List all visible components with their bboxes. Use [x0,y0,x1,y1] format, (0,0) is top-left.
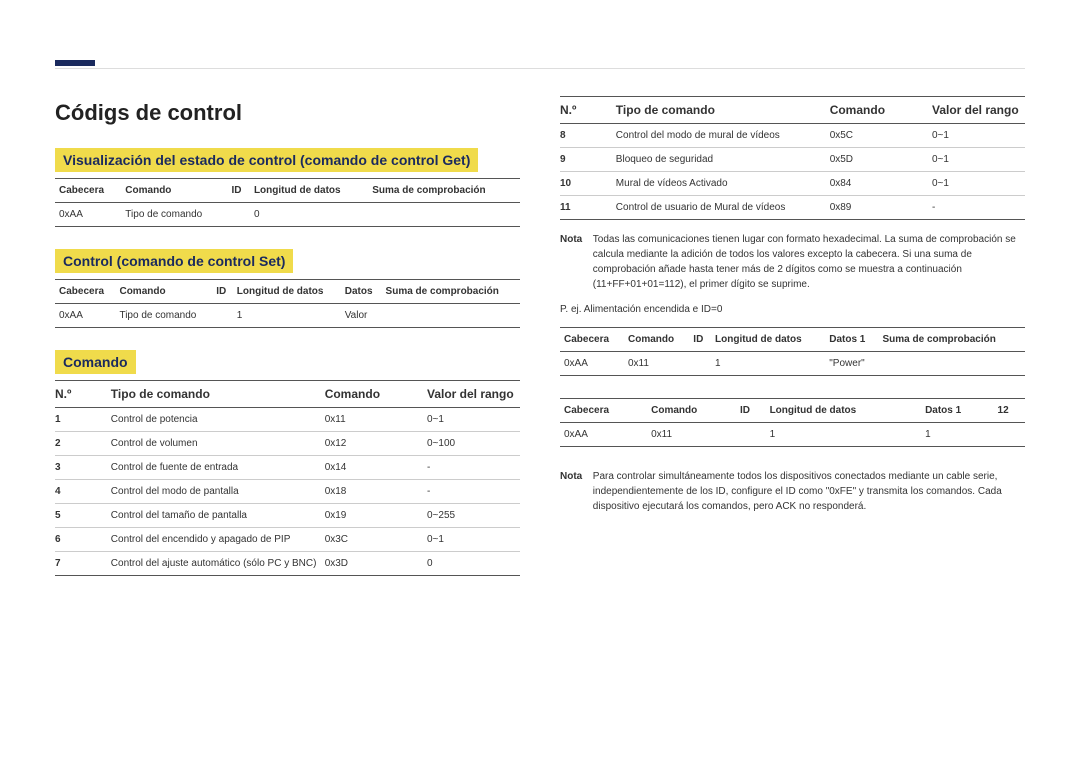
table-row: 1Control de potencia0x110~1 [55,408,520,432]
s1h3: Longitud de datos [250,179,368,203]
s2h5: Suma de comprobación [382,280,520,304]
s2h4: Datos [341,280,382,304]
section3-title: Comando [55,350,136,374]
table-row: 4Control del modo de pantalla0x18- [55,480,520,504]
s2h1: Comando [115,280,212,304]
table-row: 9Bloqueo de seguridad0x5D0~1 [560,148,1025,172]
table-row: 0xAA Tipo de comando 0 [55,203,520,227]
table-row: 6Control del encendido y apagado de PIP0… [55,528,520,552]
example-label: P. ej. Alimentación encendida e ID=0 [560,302,1025,317]
command-rows-left: 1Control de potencia0x110~12Control de v… [55,408,520,576]
example2-table: Cabecera Comando ID Longitud de datos Da… [560,398,1025,447]
section2-table: Cabecera Comando ID Longitud de datos Da… [55,279,520,328]
table-row: 3Control de fuente de entrada0x14- [55,456,520,480]
s2h0: Cabecera [55,280,115,304]
note-1: Nota Todas las comunicaciones tienen lug… [560,232,1025,292]
table-row: 2Control de volumen0x120~100 [55,432,520,456]
table-row: 0xAA 0x11 1 "Power" [560,352,1025,376]
s1h4: Suma de comprobación [368,179,520,203]
table-row: 5Control del tamaño de pantalla0x190~255 [55,504,520,528]
header-accent-bar [55,60,95,66]
table-row: 7Control del ajuste automático (sólo PC … [55,552,520,576]
page-title: Códigs de control [55,100,520,126]
right-column: N.º Tipo de comando Comando Valor del ra… [560,90,1025,576]
left-column: Códigs de control Visualización del esta… [55,90,520,576]
section1-title: Visualización del estado de control (com… [55,148,478,172]
table-row: 0xAA 0x11 1 1 [560,423,1025,447]
table-row: 8Control del modo de mural de vídeos0x5C… [560,124,1025,148]
command-table-header-left: N.º Tipo de comando Comando Valor del ra… [55,380,520,408]
s1h1: Comando [121,179,227,203]
section1-table: Cabecera Comando ID Longitud de datos Su… [55,178,520,227]
s1h2: ID [227,179,250,203]
example1-table: Cabecera Comando ID Longitud de datos Da… [560,327,1025,376]
command-table-header-right: N.º Tipo de comando Comando Valor del ra… [560,96,1025,124]
command-rows-right: 8Control del modo de mural de vídeos0x5C… [560,124,1025,220]
s2h2: ID [212,280,233,304]
header-divider [55,68,1025,69]
table-row: 10Mural de vídeos Activado0x840~1 [560,172,1025,196]
section2-title: Control (comando de control Set) [55,249,293,273]
note-2: Nota Para controlar simultáneamente todo… [560,469,1025,514]
s2h3: Longitud de datos [233,280,341,304]
table-row: 11Control de usuario de Mural de vídeos0… [560,196,1025,220]
table-row: 0xAA Tipo de comando 1 Valor [55,304,520,328]
s1h0: Cabecera [55,179,121,203]
